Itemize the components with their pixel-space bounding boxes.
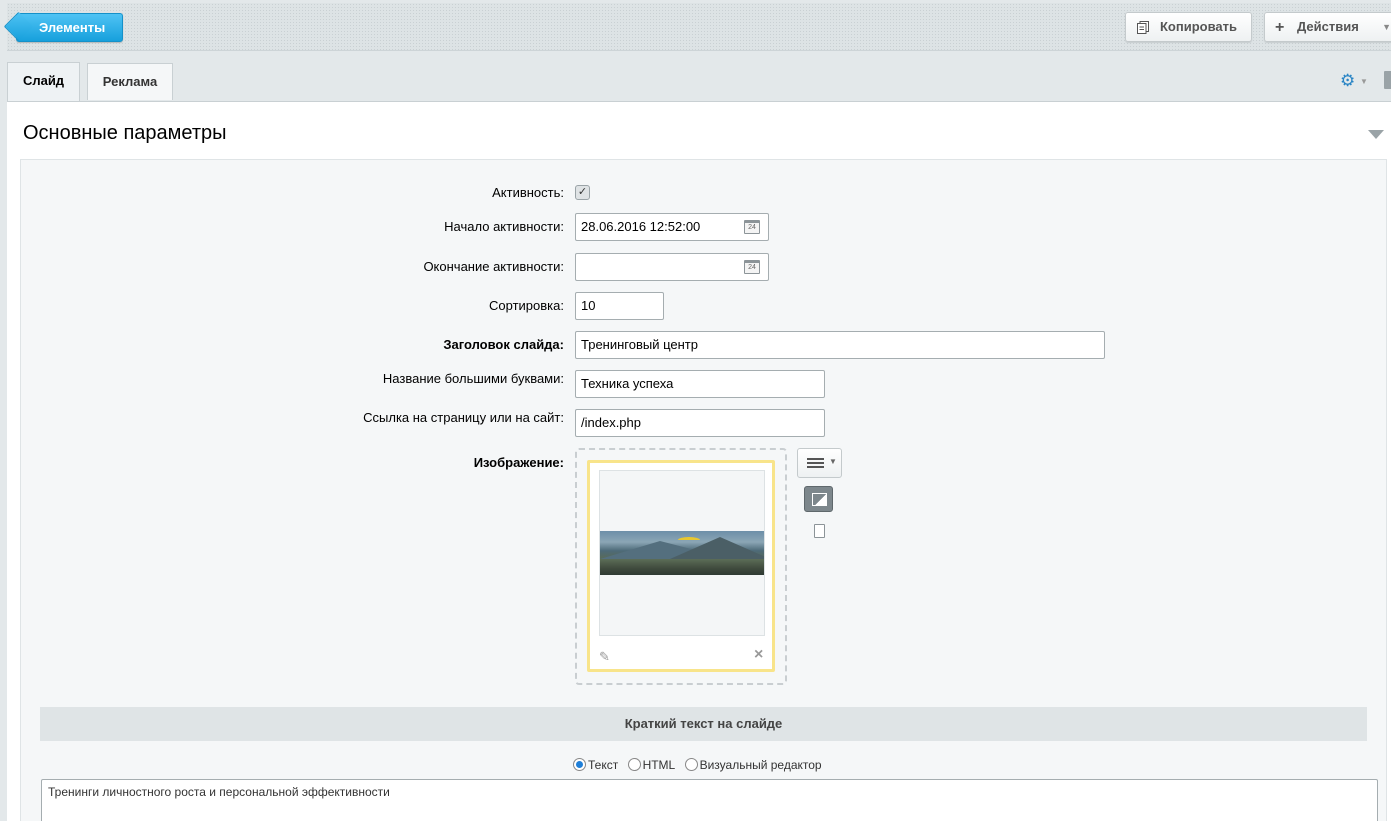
active-checkbox[interactable]: ✓ [575,185,590,200]
radio-visual-editor[interactable]: Визуальный редактор [684,758,822,772]
collapse-icon[interactable] [1368,130,1384,139]
caps-title-value: Техника успеха [581,376,674,391]
tab-advertising[interactable]: Реклама [87,63,173,100]
slide-title-field[interactable]: Тренинговый центр [575,331,1105,359]
pin-icon[interactable] [1384,71,1391,89]
radio-html[interactable]: HTML [627,758,676,772]
gear-icon[interactable]: ⚙ [1340,71,1355,91]
sort-label: Сортировка: [489,298,564,313]
short-text-textarea[interactable]: Тренинги личностного роста и персонально… [41,779,1378,821]
actions-button-label: Действия [1297,19,1359,34]
pencil-icon[interactable]: ✎ [599,649,610,665]
sort-field[interactable]: 10 [575,292,664,320]
section-title: Основные параметры [23,122,227,144]
text-mode-radios: Текст HTML Визуальный редактор [573,758,828,772]
image-dropzone[interactable]: ✎ × [575,448,787,685]
file-icon[interactable] [814,524,825,538]
calendar-icon[interactable]: 24 [744,260,760,274]
copy-button[interactable]: Копировать [1125,12,1252,42]
start-date-value: 28.06.2016 12:52:00 [581,219,701,234]
radio-text-label: Текст [588,758,619,772]
radio-button[interactable] [627,758,641,771]
close-icon[interactable]: × [754,646,763,664]
chevron-down-icon: ▼ [1382,22,1391,32]
end-label: Окончание активности: [423,259,564,274]
radio-button[interactable] [573,758,586,771]
main-panel: Основные параметры Активность: ✓ Начало … [7,101,1391,821]
active-label: Активность: [492,185,564,200]
chevron-down-icon: ▼ [1360,77,1368,86]
start-date-field[interactable]: 28.06.2016 12:52:00 24 [575,213,769,241]
actions-button[interactable]: + Действия ▼ [1264,12,1391,42]
link-label: Ссылка на страницу или на сайт: [363,410,564,425]
link-value: /index.php [581,415,641,430]
menu-icon [807,458,824,468]
image-label: Изображение: [473,455,564,470]
caps-title-field[interactable]: Техника успеха [575,370,825,398]
radio-html-label: HTML [642,758,676,772]
image-preview-card[interactable]: ✎ × [587,460,775,672]
link-field[interactable]: /index.php [575,409,825,437]
slide-image [600,531,764,575]
caps-title-label: Название большими буквами: [382,371,564,386]
copy-button-label: Копировать [1160,19,1238,34]
chevron-down-icon: ▼ [829,457,837,466]
elements-back-button[interactable]: Элементы [16,13,123,42]
end-date-field[interactable]: 24 [575,253,769,281]
image-icon[interactable] [804,486,833,512]
elements-back-label: Элементы [39,20,106,35]
image-frame [599,470,765,636]
copy-icon [1137,21,1149,34]
tabs-bar: Слайд Реклама ⚙ ▼ [7,51,1391,101]
plus-icon: + [1275,19,1285,36]
radio-button[interactable] [684,758,698,771]
radio-visual-label: Визуальный редактор [699,758,822,772]
slide-title-label: Заголовок слайда: [443,337,564,352]
start-label: Начало активности: [444,219,564,234]
image-menu-button[interactable]: ▼ [797,448,842,478]
slide-title-value: Тренинговый центр [581,337,698,352]
short-text-header: Краткий текст на слайде [40,707,1367,741]
sort-value: 10 [581,298,596,313]
calendar-icon[interactable]: 24 [744,220,760,234]
top-toolbar: Элементы Копировать + Действия ▼ [7,3,1391,51]
radio-text[interactable]: Текст [573,758,618,772]
form-area: Активность: ✓ Начало активности: 28.06.2… [20,159,1387,821]
tab-slide[interactable]: Слайд [7,62,80,101]
